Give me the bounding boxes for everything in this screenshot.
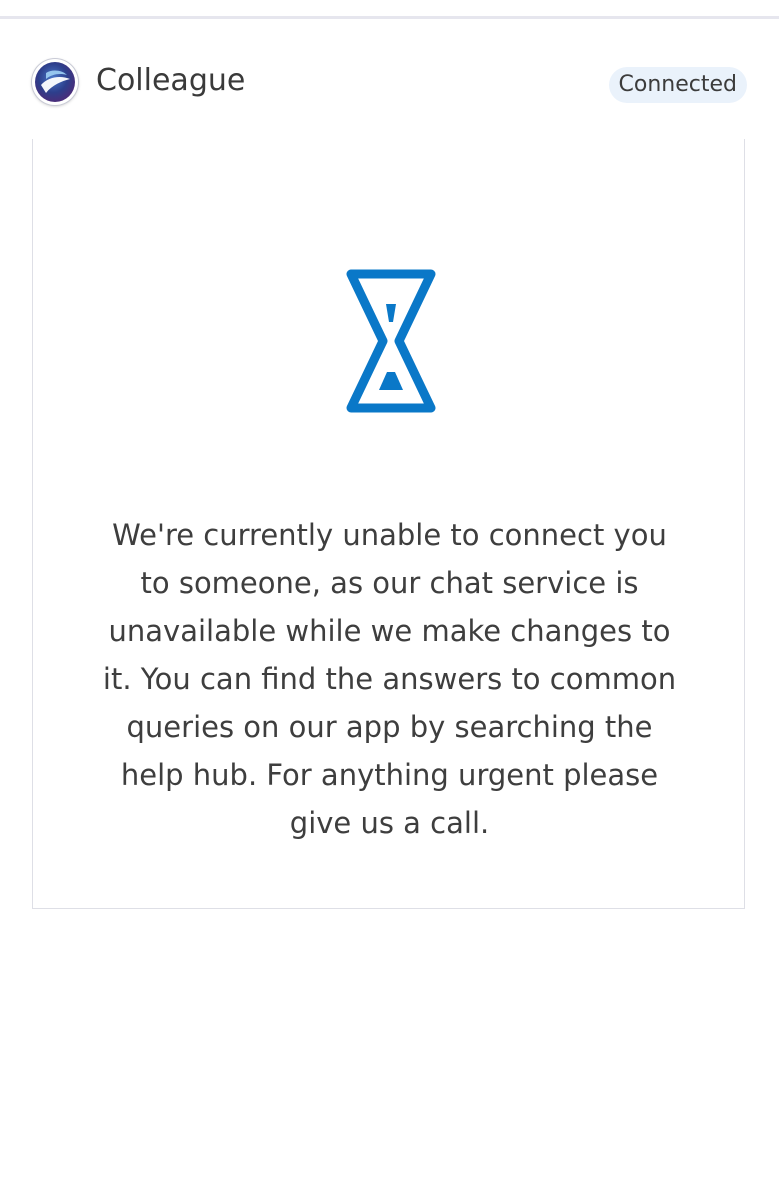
service-unavailable-message: We're currently unable to connect you to…	[102, 518, 677, 840]
connection-status-badge: Connected	[608, 67, 747, 103]
unavailable-message-card: We're currently unable to connect you to…	[32, 139, 745, 909]
hourglass-icon	[343, 266, 439, 416]
agent-name: Colleague	[96, 63, 246, 98]
agent-avatar-icon	[32, 59, 78, 105]
chat-header: Colleague Connected	[0, 19, 779, 139]
